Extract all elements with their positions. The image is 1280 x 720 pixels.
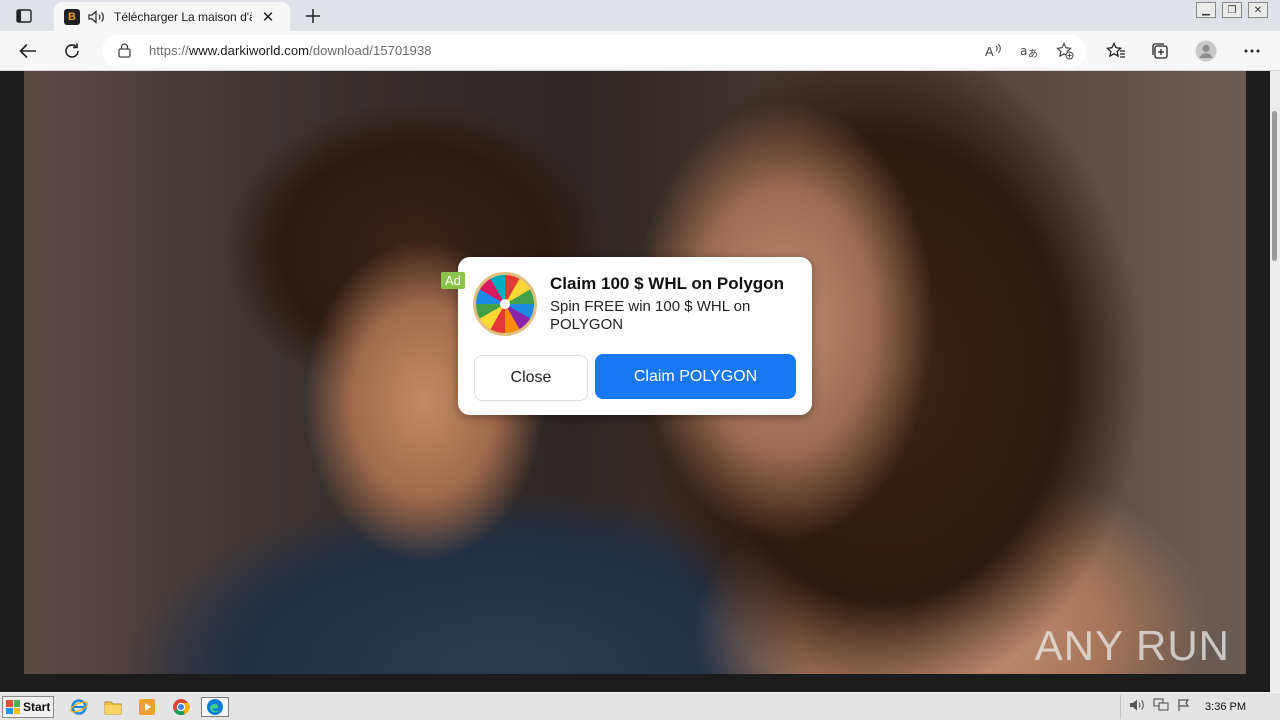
network-icon[interactable]: [1153, 697, 1169, 717]
add-favorite-icon[interactable]: [1054, 41, 1076, 61]
file-explorer-icon[interactable]: [102, 697, 124, 717]
svg-text:a: a: [1020, 44, 1027, 58]
url-protocol: https://: [149, 43, 189, 58]
ad-label: Ad: [441, 272, 465, 289]
start-label: Start: [23, 700, 51, 714]
ad-body: Spin FREE win 100 $ WHL on POLYGON: [550, 298, 751, 333]
ad-claim-button[interactable]: Claim POLYGON: [595, 354, 796, 399]
restore-icon[interactable]: ❐: [1222, 2, 1242, 18]
browser-tab-strip: B Télécharger La maison d'à ✕ ▁ ❐ ✕: [0, 0, 1280, 31]
start-button[interactable]: Start: [2, 696, 54, 718]
favorites-icon[interactable]: [1104, 39, 1128, 63]
profile-avatar-icon[interactable]: [1194, 39, 1218, 63]
windows-logo-icon: [6, 700, 20, 714]
svg-text:A: A: [985, 44, 994, 59]
edge-taskbar-icon[interactable]: [201, 697, 229, 717]
reload-icon[interactable]: [60, 39, 84, 63]
new-tab-icon[interactable]: [302, 5, 324, 27]
system-tray: 3:36 PM: [1120, 695, 1280, 719]
ad-close-button[interactable]: Close: [474, 355, 588, 401]
ad-popup: Ad Claim 100 $ WHL on Polygon Spin FREE …: [441, 257, 812, 415]
active-tab[interactable]: B Télécharger La maison d'à ✕: [54, 2, 290, 31]
back-arrow-icon[interactable]: [16, 39, 40, 63]
tab-audio-icon[interactable]: [88, 9, 106, 25]
more-menu-icon[interactable]: [1240, 39, 1264, 63]
address-bar[interactable]: https://www.darkiworld.com/download/1570…: [102, 35, 1086, 67]
clock[interactable]: 3:36 PM: [1205, 701, 1246, 713]
window-controls: ▁ ❐ ✕: [1196, 2, 1268, 18]
site-favicon-icon: B: [64, 8, 80, 25]
close-tab-icon[interactable]: ✕: [260, 9, 276, 26]
scrollbar-thumb[interactable]: [1272, 111, 1277, 261]
volume-icon[interactable]: [1129, 698, 1145, 717]
page-scrollbar[interactable]: [1270, 71, 1280, 692]
ad-title: Claim 100 $ WHL on Polygon: [550, 274, 784, 293]
url-text[interactable]: https://www.darkiworld.com/download/1570…: [149, 43, 432, 58]
watermark-text: ANY RUN: [1034, 622, 1230, 669]
svg-text:あ: あ: [1028, 48, 1038, 59]
collections-icon[interactable]: [1148, 39, 1172, 63]
lock-icon[interactable]: [118, 43, 131, 63]
url-host: www.darkiworld.com: [188, 43, 310, 58]
media-player-icon[interactable]: [136, 697, 158, 717]
url-path: /download/15701938: [309, 43, 432, 58]
action-center-flag-icon[interactable]: [1177, 698, 1191, 717]
tab-title: Télécharger La maison d'à: [114, 9, 252, 24]
minimize-icon[interactable]: ▁: [1196, 2, 1216, 18]
window-close-icon[interactable]: ✕: [1248, 2, 1268, 18]
anyrun-watermark: ANY RUN: [1035, 622, 1230, 670]
windows-taskbar: Start 3:36 PM: [0, 692, 1280, 720]
tab-actions-icon[interactable]: [10, 5, 38, 27]
chrome-icon[interactable]: [170, 697, 192, 717]
internet-explorer-icon[interactable]: [68, 697, 90, 717]
browser-toolbar: https://www.darkiworld.com/download/1570…: [0, 31, 1280, 71]
translate-icon[interactable]: aあ: [1018, 41, 1040, 61]
prize-wheel-icon: [473, 272, 537, 336]
read-aloud-icon[interactable]: A: [982, 41, 1004, 61]
